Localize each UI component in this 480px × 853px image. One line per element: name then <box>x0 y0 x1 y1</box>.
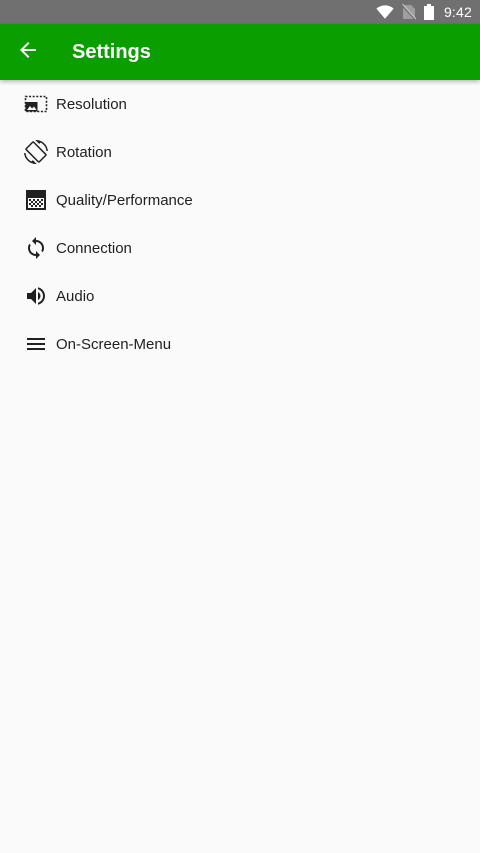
settings-item-label: On-Screen-Menu <box>56 335 172 353</box>
app-bar: Settings <box>0 24 480 80</box>
menu-icon <box>24 332 48 356</box>
wifi-icon <box>376 4 394 20</box>
settings-item-resolution[interactable]: Resolution <box>0 80 480 128</box>
screen-rotation-icon <box>24 140 48 164</box>
volume-icon <box>24 284 48 308</box>
settings-item-connection[interactable]: Connection <box>0 224 480 272</box>
settings-item-quality[interactable]: Quality/Performance <box>0 176 480 224</box>
settings-item-audio[interactable]: Audio <box>0 272 480 320</box>
resolution-icon <box>24 92 48 116</box>
back-button[interactable] <box>4 28 52 76</box>
status-time: 9:42 <box>443 4 472 20</box>
no-sim-icon <box>401 4 416 20</box>
page-title: Settings <box>72 41 151 63</box>
settings-item-label: Rotation <box>56 143 112 161</box>
settings-item-on-screen-menu[interactable]: On-Screen-Menu <box>0 320 480 368</box>
settings-item-label: Audio <box>56 287 95 305</box>
settings-item-label: Connection <box>56 239 132 257</box>
settings-list: Resolution Rotation Quality/Performance … <box>0 80 480 368</box>
settings-item-rotation[interactable]: Rotation <box>0 128 480 176</box>
settings-item-label: Resolution <box>56 95 127 113</box>
arrow-back-icon <box>16 38 40 66</box>
status-icons: 9:42 <box>376 0 472 24</box>
settings-item-label: Quality/Performance <box>56 191 193 209</box>
battery-icon <box>423 4 434 20</box>
status-bar: 9:42 <box>0 0 480 24</box>
quality-icon <box>24 188 48 212</box>
sync-icon <box>24 236 48 260</box>
